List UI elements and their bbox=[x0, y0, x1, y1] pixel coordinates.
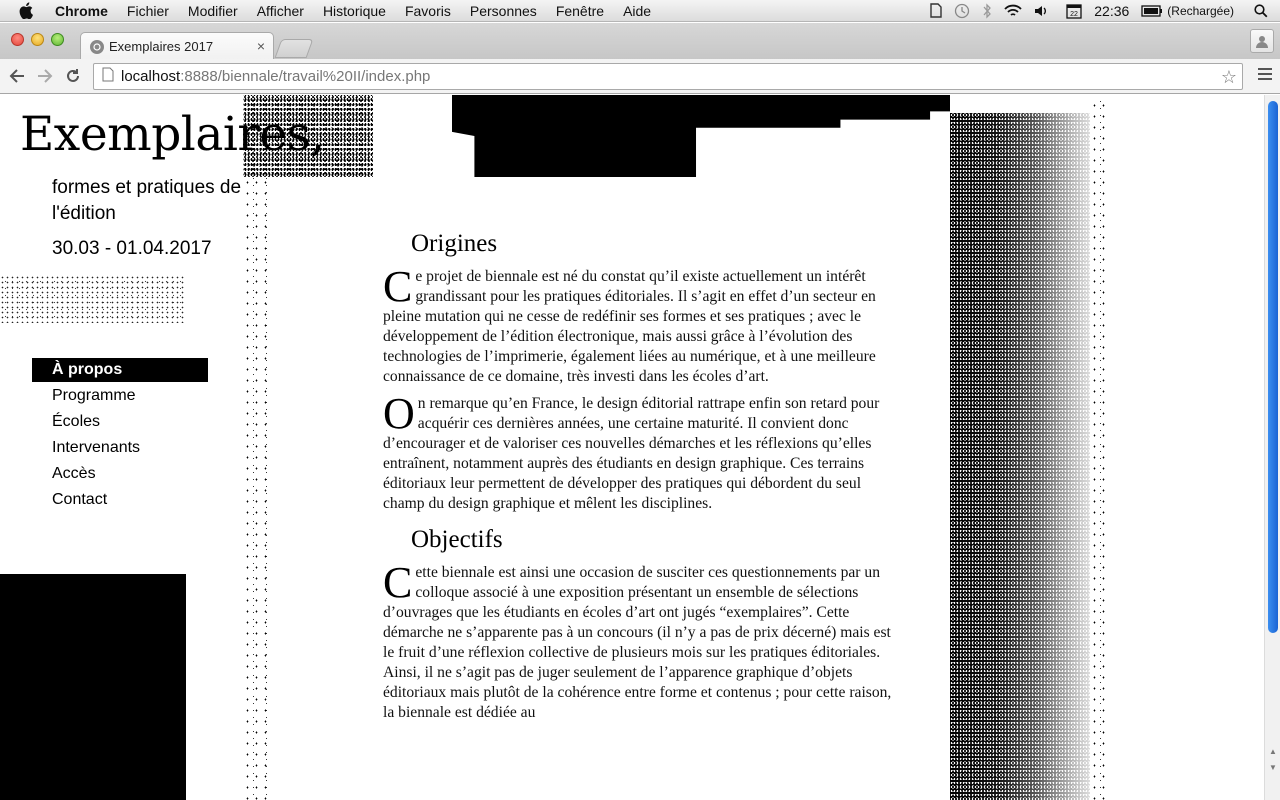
profile-icon[interactable] bbox=[1250, 29, 1274, 53]
battery-status: (Rechargée) bbox=[1167, 4, 1234, 18]
paragraph-text: e projet de biennale est né du constat q… bbox=[383, 268, 876, 385]
clock-text[interactable]: 22:36 bbox=[1094, 3, 1129, 19]
paragraph: Cette biennale est ainsi une occasion de… bbox=[383, 558, 893, 723]
bookmark-star-icon[interactable]: ☆ bbox=[1221, 67, 1237, 88]
menu-fenetre[interactable]: Fenêtre bbox=[556, 3, 604, 19]
decorative-gradient-band bbox=[950, 113, 1106, 800]
scroll-up-icon[interactable]: ▲ bbox=[1269, 747, 1277, 756]
tab-title: Exemplaires 2017 bbox=[109, 39, 214, 54]
page-favicon-icon bbox=[90, 39, 104, 54]
site-dates: 30.03 - 01.04.2017 bbox=[52, 238, 212, 259]
site-subtitle: formes et pratiques de l'édition bbox=[52, 177, 242, 224]
site-nav: À propos Programme Écoles Intervenants A… bbox=[32, 358, 208, 514]
svg-text:22: 22 bbox=[1070, 11, 1078, 18]
article: Origines Ce projet de biennale est né du… bbox=[383, 230, 893, 735]
scroll-down-icon[interactable]: ▼ bbox=[1269, 763, 1277, 772]
decorative-stipple-column bbox=[243, 177, 273, 800]
menu-fichier[interactable]: Fichier bbox=[127, 3, 169, 19]
decorative-stipple-right bbox=[1090, 100, 1106, 800]
volume-icon[interactable] bbox=[1034, 4, 1048, 18]
section-objectifs: Objectifs Cette biennale est ainsi une o… bbox=[383, 526, 893, 723]
back-icon[interactable] bbox=[6, 65, 28, 87]
nav-item-intervenants[interactable]: Intervenants bbox=[32, 436, 208, 462]
address-bar[interactable]: localhost:8888/biennale/travail%20II/ind… bbox=[93, 63, 1243, 90]
site-title: Exemplaires, bbox=[20, 107, 325, 162]
menu-historique[interactable]: Historique bbox=[323, 3, 386, 19]
wifi-icon[interactable] bbox=[1004, 4, 1022, 18]
paragraph-text: n remarque qu’en France, le design édito… bbox=[383, 395, 880, 512]
section-heading: Objectifs bbox=[411, 526, 503, 553]
section-heading: Origines bbox=[411, 230, 498, 257]
dropcap: C bbox=[383, 558, 413, 607]
chrome-menu-icon[interactable] bbox=[1258, 68, 1272, 84]
menu-bar: Chrome Fichier Modifier Afficher Histori… bbox=[0, 0, 1280, 22]
page-viewport: Exemplaires, formes et pratiques de l'éd… bbox=[0, 95, 1264, 800]
decorative-black-block bbox=[0, 574, 186, 800]
calendar-icon[interactable]: 22 bbox=[1066, 3, 1082, 19]
nav-item-contact[interactable]: Contact bbox=[32, 488, 208, 514]
dropcap: C bbox=[383, 262, 413, 311]
nav-item-a-propos[interactable]: À propos bbox=[32, 358, 208, 382]
spotlight-icon[interactable] bbox=[1254, 4, 1268, 18]
paragraph-text: ette biennale est ainsi une occasion de … bbox=[383, 564, 892, 721]
menu-app-name[interactable]: Chrome bbox=[55, 3, 108, 19]
battery-icon[interactable] bbox=[1141, 5, 1163, 17]
url-host: localhost bbox=[121, 68, 181, 85]
tab-exemplaires[interactable]: Exemplaires 2017 × bbox=[80, 32, 274, 60]
paragraph: On remarque qu’en France, le design édit… bbox=[383, 389, 893, 514]
decorative-black-top-shape bbox=[452, 95, 950, 177]
browser-toolbar: localhost:8888/biennale/travail%20II/ind… bbox=[0, 59, 1280, 94]
url-path: :8888/biennale/travail%20II/index.php bbox=[180, 68, 431, 85]
apple-icon[interactable] bbox=[19, 0, 39, 22]
tab-strip: Exemplaires 2017 × bbox=[0, 23, 1280, 60]
menu-personnes[interactable]: Personnes bbox=[470, 3, 537, 19]
decorative-stipple-left bbox=[0, 275, 186, 323]
menu-favoris[interactable]: Favoris bbox=[405, 3, 451, 19]
reload-icon[interactable] bbox=[62, 65, 84, 87]
evernote-icon[interactable] bbox=[928, 3, 942, 19]
nav-item-acces[interactable]: Accès bbox=[32, 462, 208, 488]
page-icon bbox=[102, 67, 114, 86]
section-origines: Origines Ce projet de biennale est né du… bbox=[383, 230, 893, 514]
nav-item-programme[interactable]: Programme bbox=[32, 384, 208, 410]
new-tab-button[interactable] bbox=[274, 39, 314, 58]
bluetooth-icon[interactable] bbox=[982, 3, 992, 19]
scrollbar-thumb[interactable] bbox=[1268, 101, 1278, 633]
dropcap: O bbox=[383, 389, 415, 438]
menu-modifier[interactable]: Modifier bbox=[188, 3, 238, 19]
forward-icon[interactable] bbox=[34, 65, 56, 87]
menu-aide[interactable]: Aide bbox=[623, 3, 651, 19]
menu-afficher[interactable]: Afficher bbox=[257, 3, 304, 19]
paragraph: Ce projet de biennale est né du constat … bbox=[383, 262, 893, 387]
time-machine-icon[interactable] bbox=[954, 3, 970, 19]
tab-close-icon[interactable]: × bbox=[257, 38, 265, 54]
nav-item-ecoles[interactable]: Écoles bbox=[32, 410, 208, 436]
minimize-window-button[interactable] bbox=[31, 33, 44, 46]
page-scrollbar[interactable]: ▲ ▼ bbox=[1264, 95, 1280, 800]
close-window-button[interactable] bbox=[11, 33, 24, 46]
zoom-window-button[interactable] bbox=[51, 33, 64, 46]
